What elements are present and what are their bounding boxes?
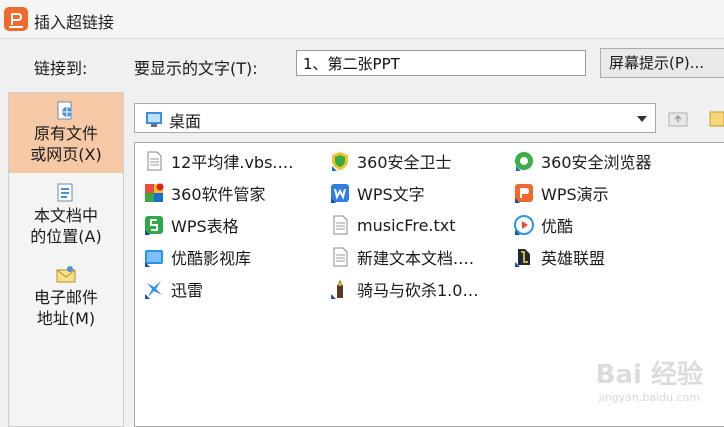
file-name: musicFre.txt xyxy=(357,215,456,235)
list-item[interactable]: 优酷影视库 xyxy=(143,243,251,271)
lol-icon xyxy=(513,246,535,268)
mount-blade-icon xyxy=(329,278,351,300)
file-name: 360软件管家 xyxy=(171,185,266,204)
desktop-folder-icon xyxy=(145,110,163,132)
file-name: WPS演示 xyxy=(541,185,609,204)
file-name: 12平均律.vbs.… xyxy=(171,153,294,172)
thunder-icon xyxy=(143,278,165,300)
list-item[interactable]: 英雄联盟 xyxy=(513,243,605,271)
list-item[interactable]: WPS演示 xyxy=(513,179,609,207)
sidebar-label-line2: 地址(M) xyxy=(36,309,96,328)
list-item[interactable]: 新建文本文档.… xyxy=(329,243,474,271)
file-name: 360安全卫士 xyxy=(357,153,452,172)
file-name: WPS表格 xyxy=(171,217,239,236)
list-item[interactable]: 迅雷 xyxy=(143,275,203,303)
list-item[interactable]: 骑马与砍杀1.0… xyxy=(329,275,478,303)
list-item[interactable]: WPS表格 xyxy=(143,211,239,239)
file-name: 骑马与砍杀1.0… xyxy=(357,281,479,300)
wps-spreadsheet-icon xyxy=(143,214,165,236)
360-safe-icon xyxy=(329,150,351,172)
youku-icon xyxy=(513,214,535,236)
screentip-button[interactable]: 屏幕提示(P)... xyxy=(600,48,724,78)
link-to-label: 链接到: xyxy=(34,59,88,78)
file-list: 12平均律.vbs.… 360安全卫士 360安全浏览器 360软件管家 WPS… xyxy=(134,142,724,427)
sidebar-item-existing-file[interactable]: 原有文件 或网页(X) xyxy=(9,93,123,173)
text-file-icon xyxy=(143,150,165,172)
watermark-sub: jingyan.baidu.com xyxy=(598,391,701,404)
sidebar-label-line2: 或网页(X) xyxy=(30,145,102,164)
sidebar-item-this-document[interactable]: 本文档中 的位置(A) xyxy=(9,175,123,255)
link-type-sidebar: 原有文件 或网页(X) 本文档中 的位置(A) 电子邮件 地址(M) xyxy=(8,92,124,427)
document-place-icon xyxy=(55,183,77,203)
360-browser-icon xyxy=(513,150,535,172)
list-item[interactable]: 360安全卫士 xyxy=(329,147,452,175)
sidebar-label-line1: 电子邮件 xyxy=(33,288,98,307)
text-file-icon xyxy=(329,214,351,236)
list-item[interactable]: 360软件管家 xyxy=(143,179,266,207)
watermark-main: Bai 经验 xyxy=(595,360,703,390)
youku-library-icon xyxy=(143,246,165,268)
sidebar-label-line1: 本文档中 xyxy=(33,206,98,225)
file-name: 新建文本文档.… xyxy=(357,249,475,268)
location-dropdown[interactable]: 桌面 xyxy=(134,103,656,133)
wps-writer-icon xyxy=(329,182,351,204)
new-folder-button[interactable] xyxy=(708,106,724,130)
list-item[interactable]: 360安全浏览器 xyxy=(513,147,652,175)
display-text-label: 要显示的文字(T): xyxy=(134,59,258,78)
title-bar: 插入超链接 xyxy=(0,0,724,39)
file-name: 优酷影视库 xyxy=(171,249,252,268)
list-item[interactable]: 优酷 xyxy=(513,211,573,239)
text-file-icon xyxy=(329,246,351,268)
file-name: 优酷 xyxy=(541,217,574,236)
sidebar-label-line1: 原有文件 xyxy=(33,124,98,143)
sidebar-label-line2: 的位置(A) xyxy=(30,227,102,246)
file-name: 360安全浏览器 xyxy=(541,153,652,172)
360-software-icon xyxy=(143,182,165,204)
file-globe-icon xyxy=(55,101,77,121)
sidebar-item-email[interactable]: 电子邮件 地址(M) xyxy=(9,257,123,337)
chevron-down-icon[interactable] xyxy=(637,116,647,122)
up-folder-button[interactable] xyxy=(666,106,690,130)
list-item[interactable]: musicFre.txt xyxy=(329,211,456,239)
list-item[interactable]: WPS文字 xyxy=(329,179,425,207)
file-name: WPS文字 xyxy=(357,185,425,204)
list-item[interactable]: 12平均律.vbs.… xyxy=(143,147,294,175)
window-title: 插入超链接 xyxy=(34,13,115,32)
location-text: 桌面 xyxy=(169,112,202,131)
file-name: 英雄联盟 xyxy=(541,249,606,268)
baidu-watermark: Bai 经验 jingyan.baidu.com xyxy=(596,354,703,404)
email-icon xyxy=(55,265,77,285)
wps-presentation-icon xyxy=(513,182,535,204)
file-name: 迅雷 xyxy=(171,281,204,300)
wps-logo-icon xyxy=(4,7,28,31)
display-text-input[interactable] xyxy=(296,50,586,76)
